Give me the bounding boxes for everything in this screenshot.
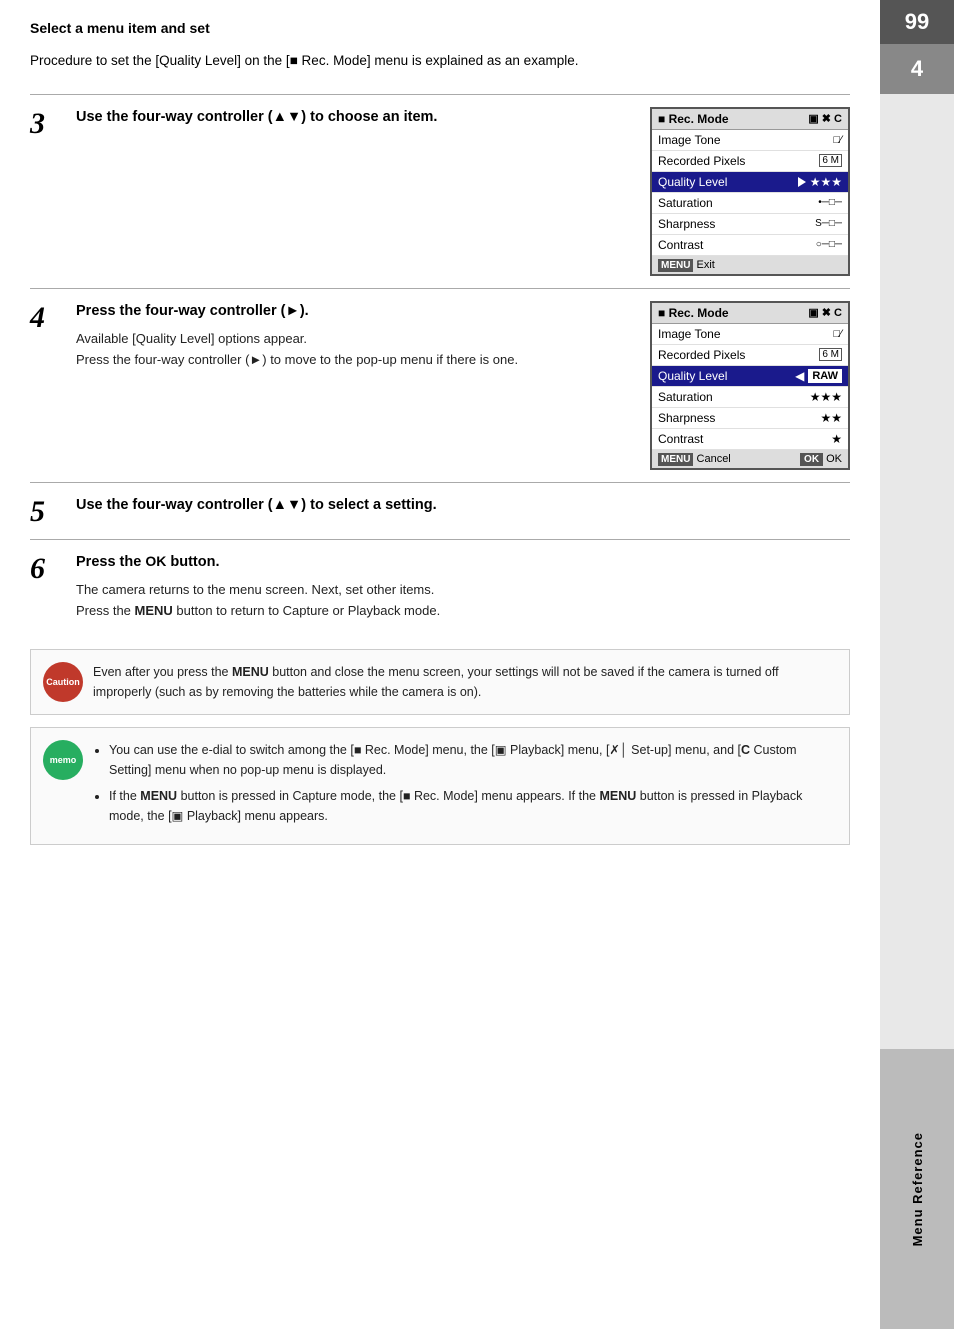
step-5-title: Use the four-way controller (▲▼) to sele… [76,495,850,515]
right-sidebar: 99 4 Menu Reference [880,0,954,1329]
menu1-row-recorded-pixels: Recorded Pixels 6 M [652,151,848,172]
step-4-desc: Available [Quality Level] options appear… [76,329,632,371]
memo-icon: memo [43,740,83,780]
step-6-number: 6 [30,554,58,584]
step-6-block: 6 Press the OK button. The camera return… [30,539,850,634]
camera-menu-2-header: ■ Rec. Mode ▣ ✖ C [652,303,848,324]
section-title: Select a menu item and set [30,20,850,36]
chapter-number-badge: 4 [880,44,954,94]
camera-menu-1: ■ Rec. Mode ▣ ✖ C Image Tone □⁄ Recorded… [650,107,850,276]
sidebar-chapter-label: Menu Reference [880,1049,954,1329]
menu2-row-contrast: Contrast ★ [652,429,848,450]
step-6-title: Press the OK button. [76,552,850,572]
step-4-number: 4 [30,303,58,333]
menu2-row-quality-level: Quality Level ◀ RAW [652,366,848,387]
memo-text: You can use the e-dial to switch among t… [93,740,837,832]
step-3-block: 3 Use the four-way controller (▲▼) to ch… [30,94,850,288]
step-4-block: 4 Press the four-way controller (►). Ava… [30,288,850,482]
caution-icon: Caution [43,662,83,702]
menu1-row-sharpness: Sharpness S─□─ [652,214,848,235]
camera-menu-1-icons: ▣ ✖ C [808,112,842,125]
step-3-number: 3 [30,109,58,139]
caution-text: Even after you press the MENU button and… [93,662,837,702]
camera-menu-2: ■ Rec. Mode ▣ ✖ C Image Tone □⁄ Recorded… [650,301,850,470]
camera-menu-2-footer: MENU Cancel OK OK [652,450,848,468]
step-5-block: 5 Use the four-way controller (▲▼) to se… [30,482,850,539]
step-3-title: Use the four-way controller (▲▼) to choo… [76,107,632,127]
main-content: Select a menu item and set Procedure to … [0,0,880,1329]
menu2-row-image-tone: Image Tone □⁄ [652,324,848,345]
menu2-row-recorded-pixels: Recorded Pixels 6 M [652,345,848,366]
camera-menu-1-title: ■ Rec. Mode [658,112,729,126]
page-number: 99 [880,0,954,44]
menu1-row-contrast: Contrast ○─□─ [652,235,848,256]
menu2-row-sharpness: Sharpness ★★ [652,408,848,429]
step-5-number: 5 [30,497,58,527]
camera-menu-2-icons: ▣ ✖ C [808,306,842,319]
menu1-row-image-tone: Image Tone □⁄ [652,130,848,151]
step-4-content: Press the four-way controller (►). Avail… [76,301,632,371]
step-6-desc: The camera returns to the menu screen. N… [76,580,850,622]
step-3-content: Use the four-way controller (▲▼) to choo… [76,107,632,135]
step-3-image: ■ Rec. Mode ▣ ✖ C Image Tone □⁄ Recorded… [650,107,850,276]
caution-box: Caution Even after you press the MENU bu… [30,649,850,715]
step-6-content: Press the OK button. The camera returns … [76,552,850,622]
menu2-row-saturation: Saturation ★★★ [652,387,848,408]
memo-box: memo You can use the e-dial to switch am… [30,727,850,845]
intro-text: Procedure to set the [Quality Level] on … [30,50,850,72]
camera-menu-2-title: ■ Rec. Mode [658,306,729,320]
camera-menu-1-header: ■ Rec. Mode ▣ ✖ C [652,109,848,130]
menu1-row-quality-level: Quality Level ★★★ [652,172,848,193]
camera-menu-1-footer: MENU Exit [652,256,848,274]
step-5-content: Use the four-way controller (▲▼) to sele… [76,495,850,523]
step-4-title: Press the four-way controller (►). [76,301,632,321]
menu1-row-saturation: Saturation •─□─ [652,193,848,214]
chapter-label-text: Menu Reference [910,1132,925,1246]
step-4-image: ■ Rec. Mode ▣ ✖ C Image Tone □⁄ Recorded… [650,301,850,470]
